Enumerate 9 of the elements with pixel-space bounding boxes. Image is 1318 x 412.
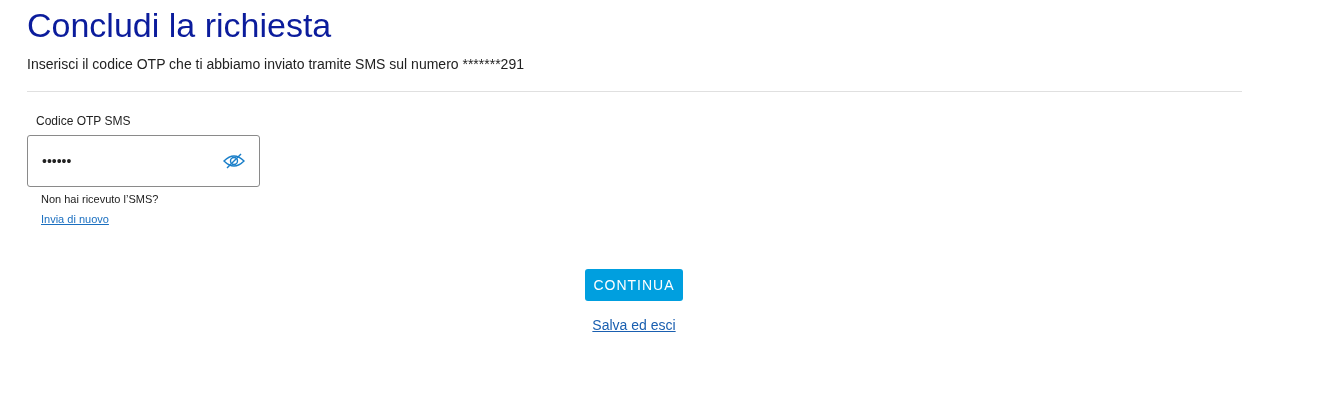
save-and-exit-link[interactable]: Salva ed esci <box>592 315 676 336</box>
resend-link[interactable]: Invia di nuovo <box>41 210 109 227</box>
eye-slash-icon[interactable] <box>223 153 245 169</box>
help-text: Non hai ricevuto l’SMS? <box>41 192 159 207</box>
field-value: •••••• <box>42 153 72 169</box>
otp-field[interactable]: •••••• <box>27 135 260 187</box>
field-label: Codice OTP SMS <box>36 113 131 130</box>
page-title: Concludi la richiesta <box>27 5 332 45</box>
instructions: Inserisci il codice OTP che ti abbiamo inviato tramite SMS sul numero *******291 <box>27 55 524 74</box>
